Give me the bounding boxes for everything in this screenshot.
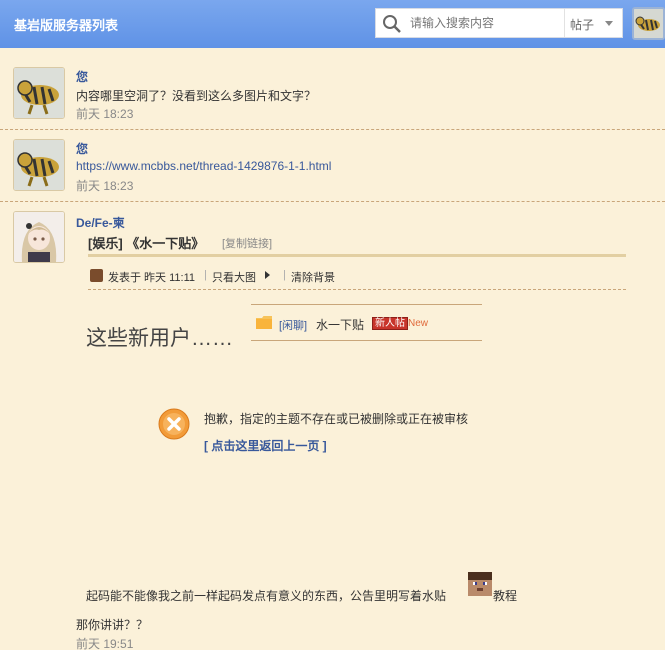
tiger-icon (14, 68, 64, 118)
post-meta-row: 发表于 昨天 11:11 | 只看大图 | 清除背景 (88, 266, 626, 290)
tiger-icon (634, 9, 663, 38)
new-label: New (408, 318, 429, 329)
steve-face-icon (468, 572, 492, 596)
post-1: 您 内容哪里空洞了？没看到这么多图片和文字？ 前天 18:23 (0, 58, 665, 130)
avatar[interactable] (13, 67, 65, 119)
divider: | (283, 269, 286, 281)
forum-title[interactable]: 基岩版服务器列表 (14, 15, 118, 34)
post-body-big-text: 这些新用户…… (86, 327, 233, 350)
top-bar: 基岩版服务器列表 帖子 (0, 0, 665, 48)
search-icon[interactable] (382, 14, 402, 34)
search-type-select[interactable]: 帖子 (564, 9, 622, 37)
search-type-label: 帖子 (570, 18, 595, 32)
divider (88, 254, 626, 257)
reply-time: 前天 19:51 (76, 637, 134, 650)
reply-text: 那你讲讲？？ (76, 618, 149, 632)
clear-background-link[interactable]: 清除背景 (291, 269, 335, 285)
search-input[interactable] (410, 13, 560, 33)
post-body-text: 起码能不能像我之前一样起码发点有意义的东西，公告里明写着水贴 (86, 589, 447, 603)
post-time: 前天 18:23 (76, 107, 134, 121)
user-avatar[interactable] (632, 7, 665, 40)
new-user-badge: 新人帖 (372, 317, 408, 330)
tiger-icon (14, 140, 64, 190)
avatar[interactable] (13, 211, 65, 263)
copy-link-button[interactable]: [复制链接] (222, 235, 272, 251)
posted-time: 发表于 昨天 11:11 (108, 272, 196, 284)
folder-icon (256, 316, 272, 329)
post-body-tail: 教程 (493, 589, 518, 603)
post-2: 您 https://www.mcbbs.net/thread-1429876-1… (0, 130, 665, 202)
chevron-down-icon (605, 21, 613, 26)
post-author[interactable]: De/Fe-柬 (76, 214, 125, 231)
post-link[interactable]: https://www.mcbbs.net/thread-1429876-1-1… (76, 159, 331, 173)
divider (251, 340, 482, 341)
thread-category-link[interactable]: [闲聊] (279, 317, 307, 333)
author-mini-avatar (90, 269, 103, 282)
avatar[interactable] (13, 139, 65, 191)
triangle-right-icon (265, 271, 270, 279)
post-text: 内容哪里空洞了？没看到这么多图片和文字？ (76, 89, 317, 103)
divider: | (204, 269, 207, 281)
search-box: 帖子 (375, 8, 623, 38)
error-message: 抱歉，指定的主题不存在或已被删除或正在被审核 (204, 412, 469, 426)
post-author[interactable]: 您 (76, 68, 88, 85)
divider (251, 304, 482, 305)
post-time: 前天 18:23 (76, 179, 134, 193)
thread-title-link[interactable]: 水一下贴 (316, 316, 364, 333)
view-image-link[interactable]: 只看大图 (212, 269, 256, 285)
back-link[interactable]: [ 点击这里返回上一页 ] (204, 437, 327, 454)
error-icon (158, 408, 190, 440)
quoted-thread-title[interactable]: [娱乐] 《水一下贴》 (88, 233, 204, 252)
post-author[interactable]: 您 (76, 140, 88, 157)
anime-girl-icon (14, 212, 64, 262)
